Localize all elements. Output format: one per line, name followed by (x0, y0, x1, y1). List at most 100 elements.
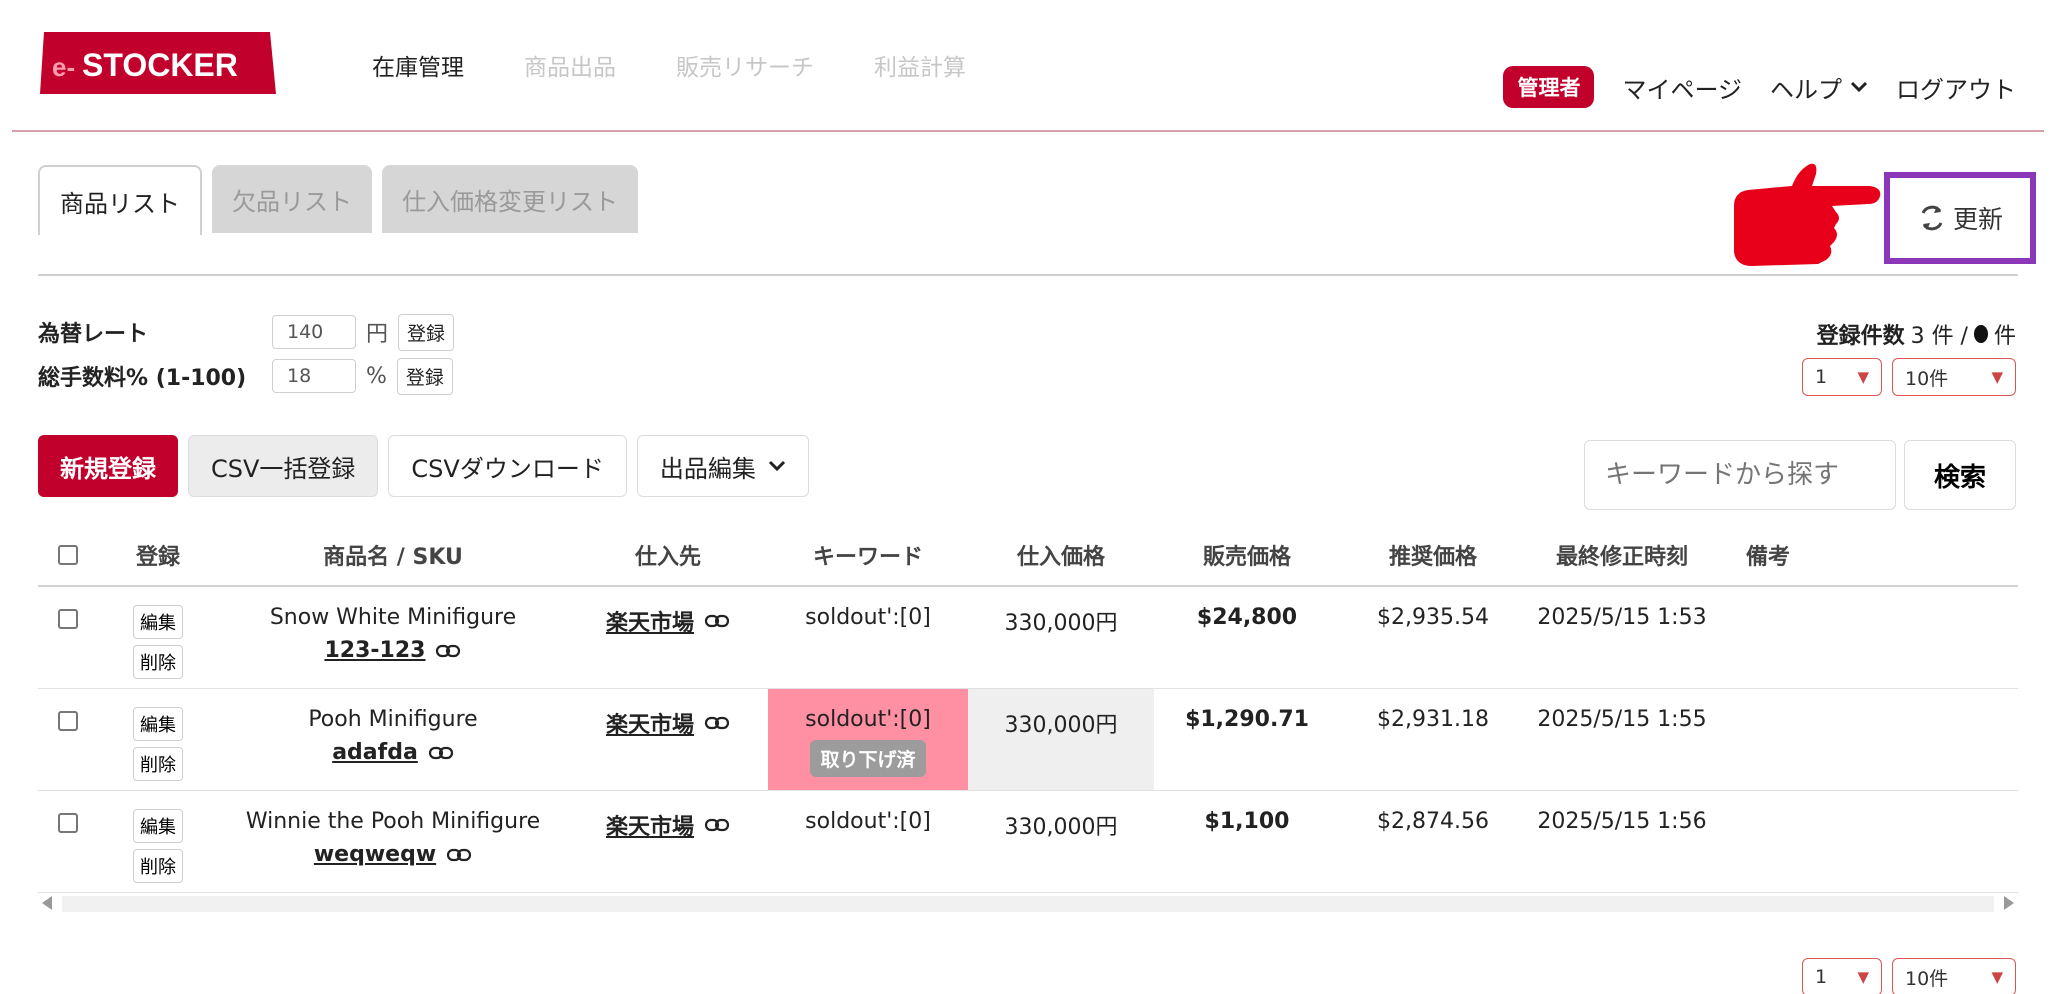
keyword-text: soldout':[0] (805, 605, 931, 630)
cost-text: 330,000円 (1004, 815, 1118, 840)
per-page-select-top[interactable]: 10件 ▼ (1892, 358, 2016, 396)
row-select (38, 587, 98, 688)
fee-register-button[interactable]: 登録 (396, 357, 453, 395)
logout-link[interactable]: ログアウト (1896, 70, 2016, 105)
page-select-value: 1 (1815, 366, 1828, 388)
note-cell (1718, 791, 1818, 892)
fee-input[interactable] (272, 359, 356, 393)
supplier-name: 楽天市場 (605, 815, 694, 840)
note-cell (1718, 689, 1818, 790)
update-button[interactable]: 更新 (1884, 172, 2036, 264)
exchange-rate-input[interactable] (272, 315, 356, 349)
chevron-down-icon (1850, 81, 1868, 93)
redacted-mark (1973, 325, 1988, 343)
registration-count-label: 登録件数 (1816, 324, 1905, 349)
supplier-cell: 楽天市場 (568, 689, 768, 790)
product-cell: Pooh Minifigure adafda (218, 689, 568, 790)
sku-text: weqweqw (313, 842, 437, 867)
help-label: ヘルプ (1770, 75, 1842, 104)
chevron-down-icon: ▼ (1857, 968, 1869, 986)
refresh-icon (1921, 205, 1943, 231)
keyword-search-input[interactable] (1584, 440, 1896, 510)
header-modified: 最終修正時刻 (1555, 545, 1688, 570)
csv-download-button[interactable]: CSVダウンロード (388, 435, 627, 497)
link-icon (704, 818, 730, 832)
new-register-button[interactable]: 新規登録 (38, 435, 178, 497)
sku-text: adafda (332, 740, 418, 765)
delete-button[interactable]: 削除 (133, 849, 183, 883)
delete-button[interactable]: 削除 (133, 747, 183, 781)
sku-link[interactable]: weqweqw (314, 842, 472, 867)
registration-count: 登録件数 3 件 / 件 (1817, 318, 2016, 350)
edit-button[interactable]: 編集 (133, 605, 183, 639)
table-row: 編集 削除 Pooh Minifigure adafda 楽天市場 soldou… (38, 689, 2018, 791)
keyword-text: soldout':[0] (805, 707, 931, 732)
tab-out-of-stock-list[interactable]: 欠品リスト (212, 165, 372, 233)
supplier-link[interactable]: 楽天市場 (606, 605, 730, 637)
row-actions: 編集 削除 (98, 587, 218, 688)
fee-unit: % (366, 363, 387, 389)
listing-edit-label: 出品編集 (659, 454, 756, 483)
row-checkbox[interactable] (58, 711, 78, 731)
price-cell: $1,290.71 (1154, 689, 1340, 790)
estocker-logo[interactable]: e- STOCKER (40, 32, 276, 94)
modified-text: 2025/5/15 1:55 (1537, 707, 1707, 732)
tab-product-list[interactable]: 商品リスト (38, 165, 202, 235)
main-nav: 在庫管理 商品出品 販売リサーチ 利益計算 (372, 48, 966, 82)
price-text: $1,290.71 (1185, 707, 1309, 732)
csv-import-button[interactable]: CSV一括登録 (188, 435, 379, 497)
edit-button[interactable]: 編集 (133, 707, 183, 741)
row-actions: 編集 削除 (98, 791, 218, 892)
supplier-link[interactable]: 楽天市場 (606, 707, 730, 739)
exchange-rate-label: 為替レート (38, 322, 149, 347)
header-note: 備考 (1745, 545, 1790, 570)
mypage-link[interactable]: マイページ (1622, 70, 1742, 105)
row-checkbox[interactable] (58, 813, 78, 833)
pointing-hand-icon (1734, 163, 1881, 266)
cost-cell: 330,000円 (968, 791, 1154, 892)
search-button[interactable]: 検索 (1904, 440, 2016, 510)
sku-link[interactable]: 123-123 (325, 638, 462, 663)
scroll-track[interactable] (62, 896, 1994, 912)
row-checkbox[interactable] (58, 609, 78, 629)
page-select-bottom[interactable]: 1 ▼ (1802, 958, 1882, 994)
logo-text: STOCKER (82, 47, 238, 83)
supplier-name: 楽天市場 (605, 713, 694, 738)
scroll-right-icon[interactable] (2004, 896, 2014, 910)
fee-label: 総手数料% (1-100) (38, 366, 247, 391)
nav-research[interactable]: 販売リサーチ (676, 48, 814, 82)
product-name: Pooh Minifigure (308, 707, 478, 732)
product-cell: Winnie the Pooh Minifigure weqweqw (218, 791, 568, 892)
recommended-cell: $2,874.56 (1340, 791, 1526, 892)
exchange-rate-register-button[interactable]: 登録 (398, 313, 455, 351)
exchange-rate-row: 為替レート 円 登録 (38, 312, 455, 352)
select-all-checkbox[interactable] (58, 545, 78, 565)
horizontal-scrollbar[interactable] (38, 892, 2018, 916)
product-cell: Snow White Minifigure 123-123 (218, 587, 568, 688)
header-price: 販売価格 (1202, 545, 1291, 570)
nav-inventory[interactable]: 在庫管理 (372, 48, 464, 82)
supplier-link[interactable]: 楽天市場 (606, 809, 730, 841)
per-page-select-value: 10件 (1905, 967, 1949, 990)
row-select (38, 689, 98, 790)
listing-edit-dropdown[interactable]: 出品編集 (636, 435, 809, 497)
keyword-text: soldout':[0] (805, 809, 931, 834)
header-select-all (38, 545, 98, 565)
tab-price-change-list[interactable]: 仕入価格変更リスト (382, 165, 638, 233)
nav-profit[interactable]: 利益計算 (874, 48, 966, 82)
cost-cell: 330,000円 (968, 587, 1154, 688)
page-select-top[interactable]: 1 ▼ (1802, 358, 1882, 396)
edit-button[interactable]: 編集 (133, 809, 183, 843)
help-dropdown[interactable]: ヘルプ (1770, 70, 1868, 105)
header-register: 登録 (135, 545, 180, 570)
sku-link[interactable]: adafda (332, 740, 454, 765)
nav-listing[interactable]: 商品出品 (524, 48, 616, 82)
recommended-text: $2,935.54 (1377, 605, 1489, 630)
link-icon (704, 614, 730, 628)
delete-button[interactable]: 削除 (133, 645, 183, 679)
chevron-down-icon: ▼ (1991, 368, 2003, 386)
header-keyword: キーワード (812, 545, 923, 570)
per-page-select-bottom[interactable]: 10件 ▼ (1892, 958, 2016, 994)
page-select-value: 1 (1815, 966, 1828, 988)
scroll-left-icon[interactable] (42, 896, 52, 910)
